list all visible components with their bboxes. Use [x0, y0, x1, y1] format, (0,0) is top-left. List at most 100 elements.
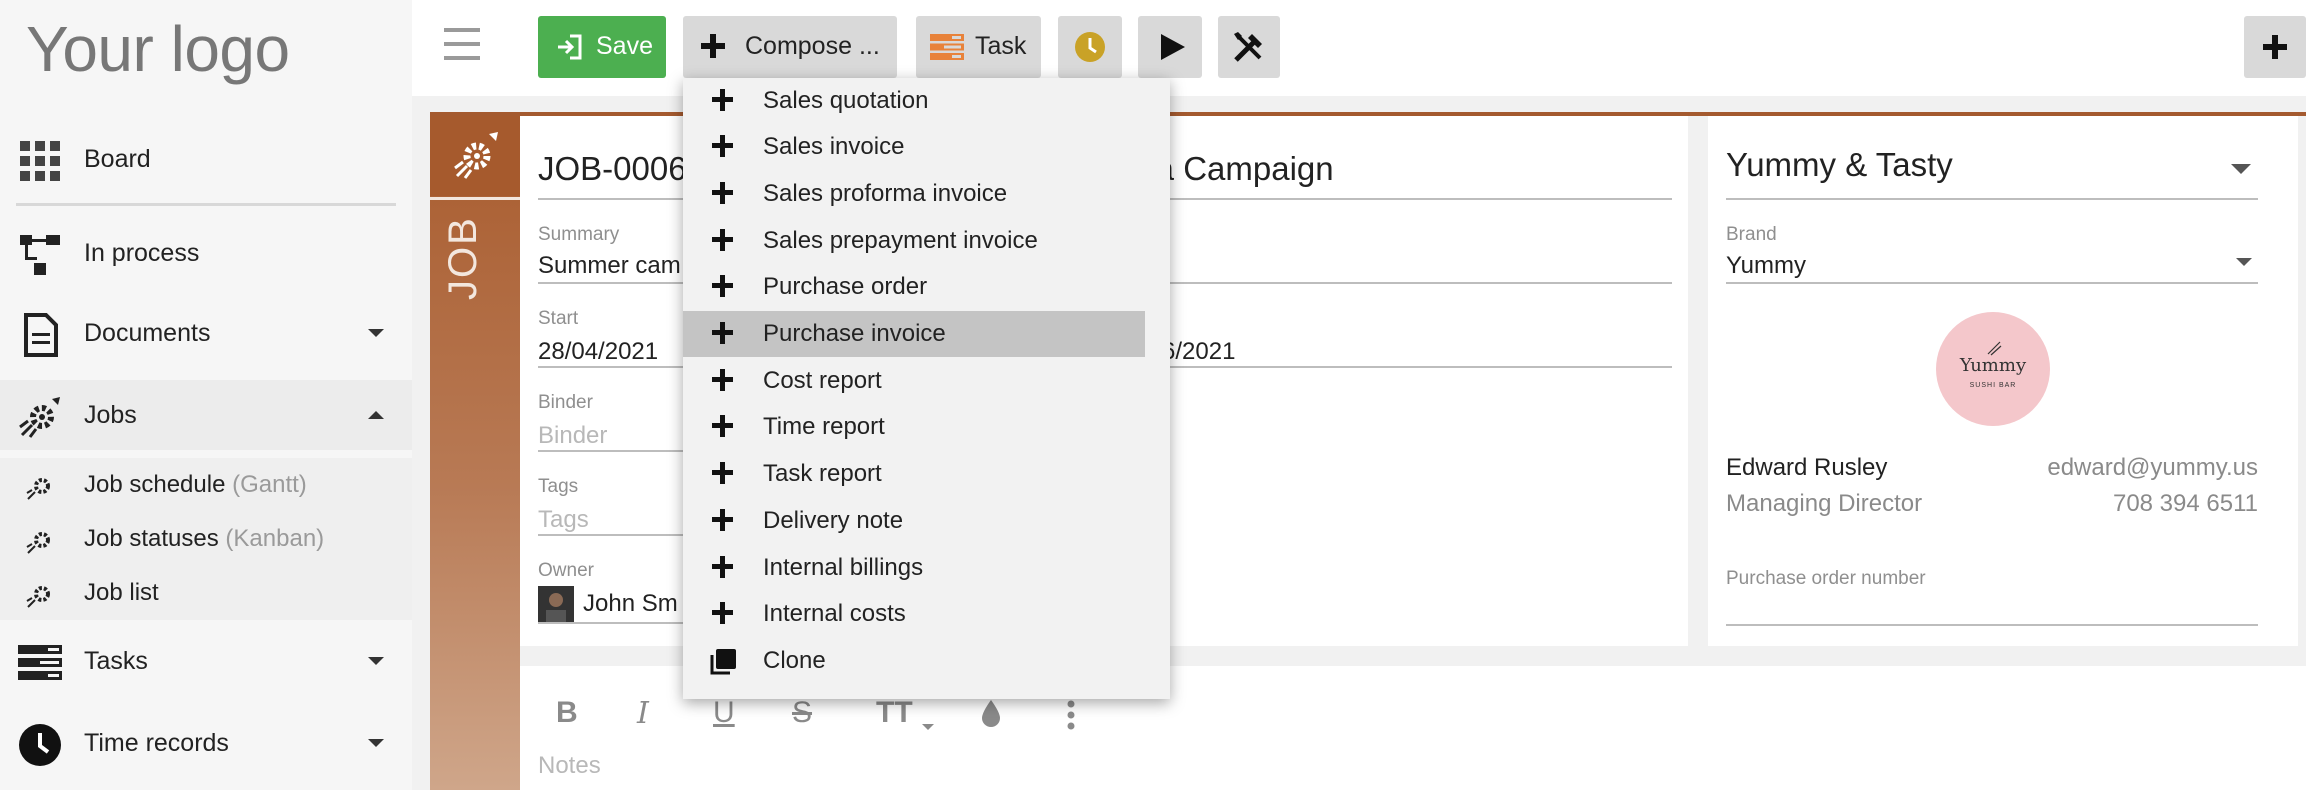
menu-item-label: Internal costs — [763, 600, 906, 627]
notes-placeholder: Notes — [538, 752, 601, 779]
tools-icon — [1234, 32, 1262, 62]
plus-icon — [711, 410, 735, 442]
menu-item-delivery-note[interactable]: Delivery note — [683, 498, 1145, 544]
bold-button[interactable]: B — [556, 696, 578, 730]
plus-icon — [711, 551, 735, 583]
chevron-down-icon[interactable] — [2231, 164, 2251, 174]
plus-icon — [701, 34, 725, 58]
plus-icon — [711, 224, 735, 256]
plus-icon — [2263, 35, 2287, 59]
sidebar-item-documents[interactable]: Documents — [0, 298, 412, 368]
po-number-field[interactable] — [1726, 624, 2258, 626]
menu-item-purchase-order[interactable]: Purchase order — [683, 264, 1145, 310]
plus-icon — [711, 457, 735, 489]
menu-item-label: Time report — [763, 413, 885, 440]
sidebar-item-board[interactable]: Board — [0, 124, 412, 194]
menu-toggle-button[interactable] — [444, 28, 484, 64]
start-date-field[interactable]: 28/04/2021 — [538, 338, 658, 366]
tags-field[interactable]: Tags — [538, 506, 589, 534]
italic-button[interactable]: I — [637, 696, 649, 731]
sidebar-subitem-job-list[interactable]: Job list — [0, 566, 412, 620]
po-number-label: Purchase order number — [1726, 568, 1926, 589]
brand-select[interactable]: Yummy — [1726, 252, 1806, 280]
menu-item-label: Sales quotation — [763, 87, 929, 114]
tools-button[interactable] — [1218, 16, 1280, 78]
menu-item-sales-invoice[interactable]: Sales invoice — [683, 124, 1145, 170]
brand-logo-subtext: SUSHI BAR — [1969, 382, 2017, 389]
sidebar-item-in-process[interactable]: In process — [0, 218, 412, 288]
menu-item-time-report[interactable]: Time report — [683, 404, 1145, 450]
brand-label: Brand — [1726, 224, 1777, 245]
clone-icon — [710, 649, 736, 675]
sidebar-divider — [16, 203, 396, 206]
save-button[interactable]: Save — [538, 16, 666, 78]
menu-item-label: Cost report — [763, 367, 882, 394]
more-vert-icon[interactable] — [1066, 700, 1076, 730]
rocket-gear-icon — [26, 532, 50, 554]
sidebar-item-label: Documents — [84, 319, 211, 347]
tasks-icon — [18, 645, 62, 680]
sidebar-item-label: Board — [84, 145, 151, 173]
rocket-gear-icon — [19, 397, 60, 438]
menu-item-purchase-invoice[interactable]: Purchase invoice — [683, 311, 1145, 357]
play-icon — [1161, 34, 1185, 60]
plus-icon — [711, 130, 735, 162]
menu-item-sales-proforma-invoice[interactable]: Sales proforma invoice — [683, 171, 1145, 217]
contact-name: Edward Rusley — [1726, 454, 1888, 481]
chevron-down-icon — [368, 657, 384, 665]
plus-icon — [711, 84, 735, 116]
menu-item-label: Sales proforma invoice — [763, 180, 1008, 207]
binder-underline — [538, 450, 688, 452]
sidebar-subitem-job-schedule[interactable]: Job schedule (Gantt) — [0, 458, 412, 512]
person-icon — [546, 593, 566, 622]
sidebar-subitem-label: Job list — [84, 579, 159, 606]
menu-item-internal-costs[interactable]: Internal costs — [683, 591, 1145, 637]
job-number[interactable]: JOB-0006 — [538, 150, 687, 188]
binder-label: Binder — [538, 392, 593, 413]
summary-label: Summary — [538, 224, 620, 245]
sidebar-item-jobs[interactable]: Jobs — [0, 380, 412, 450]
chevron-down-icon[interactable] — [2236, 258, 2252, 266]
menu-item-clone[interactable]: Clone — [683, 638, 1145, 684]
plus-icon — [711, 597, 735, 629]
menu-item-sales-quotation[interactable]: Sales quotation — [683, 78, 1145, 124]
contact-email[interactable]: edward@yummy.us — [2036, 454, 2258, 482]
sidebar-item-label: Time records — [84, 729, 229, 757]
sidebar-item-label: Tasks — [84, 647, 148, 675]
contact-phone[interactable]: 708 394 6511 — [2036, 490, 2258, 518]
client-name[interactable]: Yummy & Tasty — [1726, 146, 1953, 184]
rocket-gear-icon — [26, 478, 50, 500]
chevron-down-icon — [368, 329, 384, 337]
brand-underline — [1726, 282, 2258, 284]
sidebar-subitem-label: Job schedule — [84, 471, 226, 498]
task-button[interactable]: Task — [916, 16, 1041, 78]
contact-role: Managing Director — [1726, 490, 1923, 517]
sidebar-item-time-records[interactable]: Time records — [0, 708, 412, 778]
color-drop-icon[interactable] — [980, 698, 1002, 728]
underline-button[interactable]: U — [713, 696, 735, 730]
add-button[interactable] — [2244, 16, 2306, 78]
sidebar-item-tasks[interactable]: Tasks — [0, 626, 412, 696]
sign-in-icon — [558, 34, 582, 60]
menu-item-sales-prepayment-invoice[interactable]: Sales prepayment invoice — [683, 218, 1145, 264]
tags-underline — [538, 534, 688, 536]
timer-button[interactable] — [1058, 16, 1122, 78]
owner-field[interactable]: John Sm — [583, 590, 678, 618]
binder-field[interactable]: Binder — [538, 422, 607, 450]
menu-item-label: Delivery note — [763, 507, 904, 534]
compose-button[interactable]: Compose ... — [683, 16, 897, 78]
start-label: Start — [538, 308, 579, 329]
menu-item-internal-billings[interactable]: Internal billings — [683, 545, 1145, 591]
document-icon — [24, 313, 58, 357]
summary-field[interactable]: Summer cam — [538, 252, 681, 280]
menu-item-task-report[interactable]: Task report — [683, 451, 1145, 497]
tags-label: Tags — [538, 476, 579, 497]
text-size-button[interactable]: TT — [876, 696, 913, 730]
plus-icon — [711, 270, 735, 302]
menu-item-cost-report[interactable]: Cost report — [683, 358, 1145, 404]
sidebar-subitem-job-statuses[interactable]: Job statuses (Kanban) — [0, 512, 412, 566]
hamburger-icon — [444, 28, 480, 32]
strikethrough-button[interactable]: S — [792, 696, 812, 730]
play-button[interactable] — [1138, 16, 1202, 78]
chevron-down-icon — [922, 724, 934, 730]
